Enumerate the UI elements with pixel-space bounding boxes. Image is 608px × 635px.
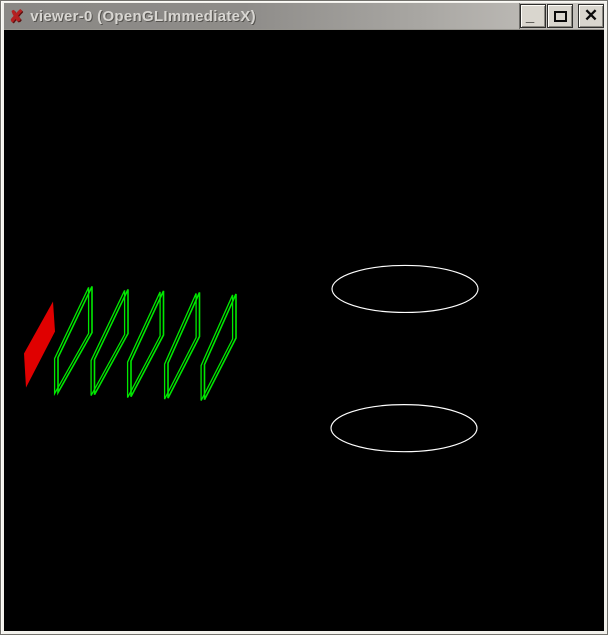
close-icon: ✕	[584, 7, 598, 24]
titlebar-separator	[519, 3, 520, 29]
minimize-icon: _	[526, 9, 534, 24]
gl-canvas-svg	[4, 30, 604, 631]
minimize-button[interactable]: _	[520, 4, 546, 28]
white-ellipse-2	[331, 405, 477, 452]
window-controls: _ ✕	[520, 3, 604, 29]
viewer-window: ✘ viewer-0 (OpenGLImmediateX) _ ✕	[0, 0, 608, 635]
opengl-viewport[interactable]	[4, 30, 604, 631]
red-quad	[24, 301, 55, 387]
close-button[interactable]: ✕	[578, 4, 604, 28]
white-ellipse-1	[332, 265, 478, 312]
maximize-icon	[554, 11, 567, 22]
app-x-icon: ✘	[9, 8, 23, 25]
window-title: viewer-0 (OpenGLImmediateX)	[30, 8, 256, 25]
maximize-button[interactable]	[547, 4, 573, 28]
titlebar[interactable]: ✘ viewer-0 (OpenGLImmediateX) _ ✕	[4, 3, 604, 30]
